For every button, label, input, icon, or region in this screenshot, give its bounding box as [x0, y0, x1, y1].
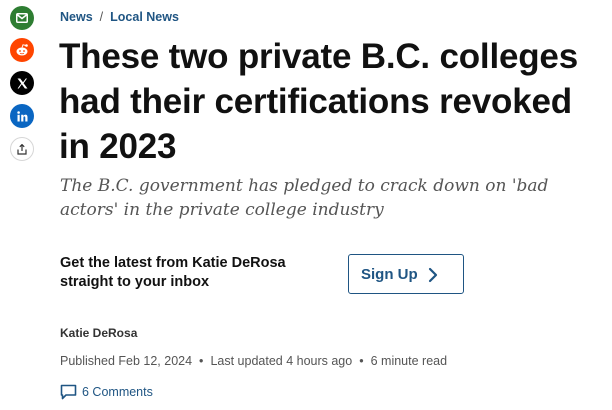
breadcrumb: News / Local News: [60, 10, 179, 26]
article-headline: These two private B.C. colleges had thei…: [59, 37, 578, 166]
x-icon: [17, 78, 27, 88]
breadcrumb-separator: /: [99, 10, 104, 24]
newsletter-signup-button[interactable]: Sign Up: [348, 254, 464, 294]
meta-separator: •: [199, 354, 204, 368]
read-time: 6 minute read: [370, 354, 448, 368]
breadcrumb-news[interactable]: News: [60, 10, 93, 24]
linkedin-icon: [16, 110, 27, 121]
comments-link[interactable]: 6 Comments: [60, 382, 153, 402]
chevron-right-icon: [428, 267, 438, 283]
share-reddit-button[interactable]: [10, 38, 34, 62]
comment-bubble-icon: [60, 384, 77, 400]
newsletter-promo-text: Get the latest from Katie DeRosa straigh…: [60, 255, 286, 290]
share-icon: [17, 143, 27, 155]
author-byline[interactable]: Katie DeRosa: [60, 326, 137, 340]
share-more-button[interactable]: [10, 137, 34, 161]
share-x-button[interactable]: [10, 71, 34, 95]
article-meta: Published Feb 12, 2024 • Last updated 4 ho…: [60, 354, 447, 368]
meta-separator: •: [359, 354, 364, 368]
comments-count[interactable]: 6 Comments: [82, 385, 153, 399]
signup-button-label: Sign Up: [361, 265, 418, 283]
breadcrumb-local-news[interactable]: Local News: [110, 10, 179, 24]
published-date: Published Feb 12, 2024: [60, 354, 193, 368]
share-linkedin-button[interactable]: [10, 104, 34, 128]
last-updated: Last updated 4 hours ago: [210, 354, 353, 368]
reddit-icon: [16, 44, 28, 56]
email-icon: [16, 13, 28, 23]
article-deck: The B.C. government has pledged to crack…: [60, 176, 549, 220]
share-email-button[interactable]: [10, 6, 34, 30]
